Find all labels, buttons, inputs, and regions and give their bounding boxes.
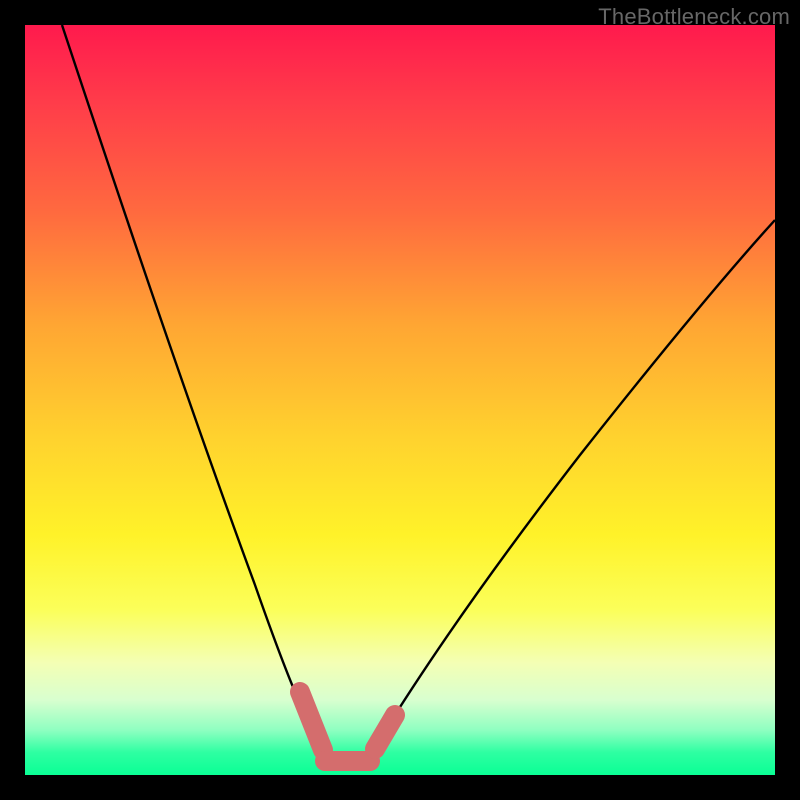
marker-layer (25, 25, 775, 775)
watermark-label: TheBottleneck.com (598, 4, 790, 30)
chart-area (25, 25, 775, 775)
marker-right-capsule (375, 715, 395, 749)
marker-left-capsule (300, 692, 323, 750)
